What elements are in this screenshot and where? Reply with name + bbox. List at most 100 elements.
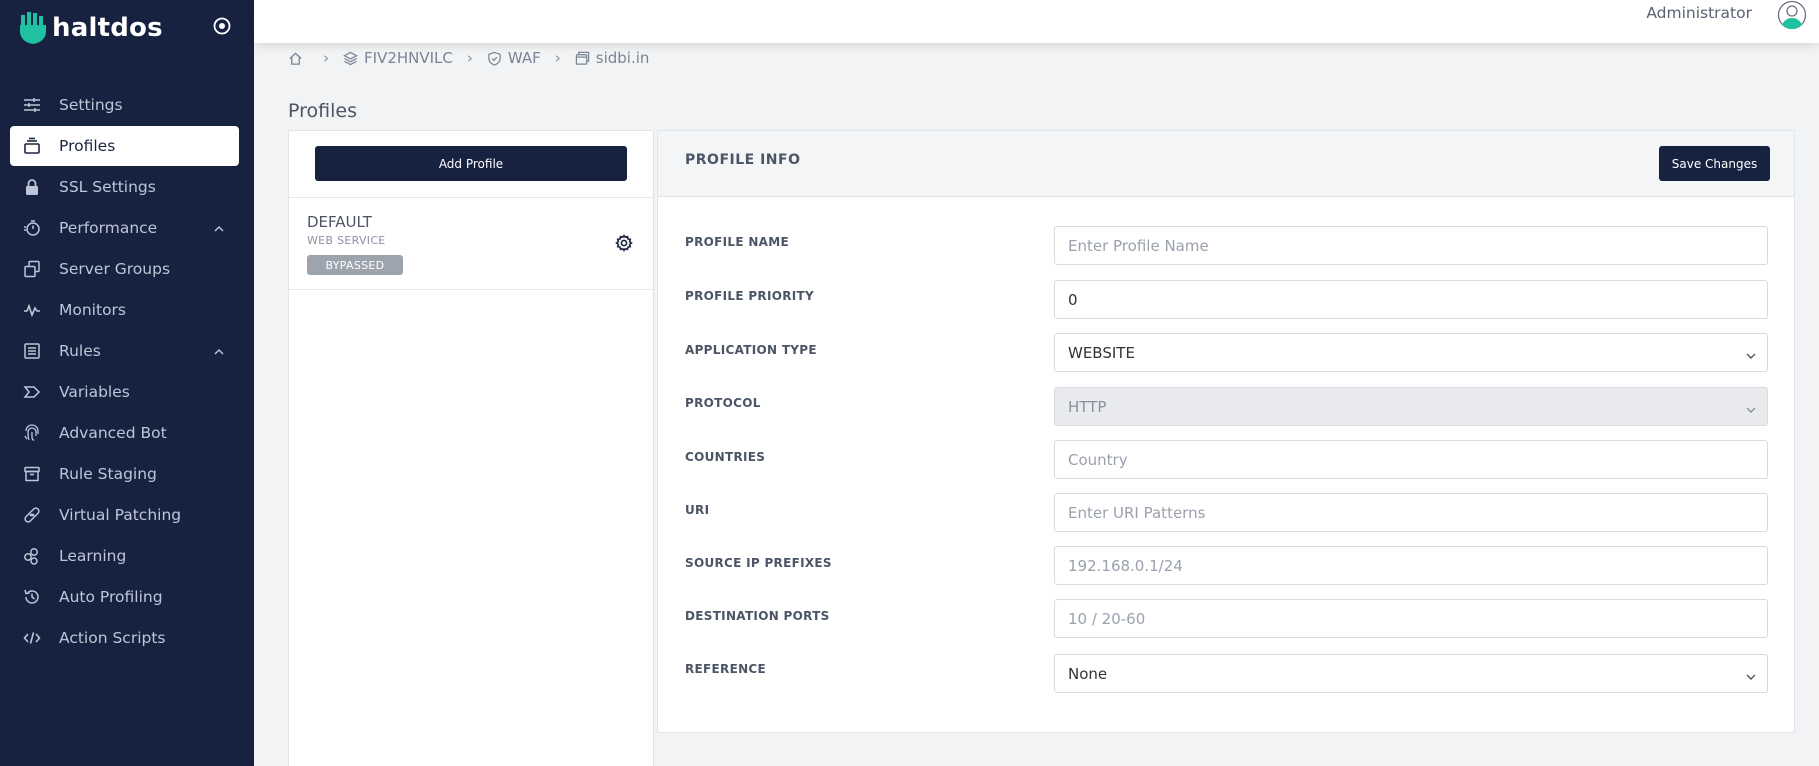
profile-info-title: PROFILE INFO	[685, 152, 801, 168]
sidebar-item-ssl-settings[interactable]: SSL Settings	[10, 167, 239, 207]
sidebar-item-label: Rule Staging	[59, 465, 157, 483]
sidebar-item-learning[interactable]: Learning	[10, 536, 239, 576]
sidebar-item-label: Learning	[59, 547, 127, 565]
chevron-down-icon	[1745, 669, 1757, 681]
countries-label: COUNTRIES	[685, 450, 766, 464]
sidebar-item-label: SSL Settings	[59, 178, 156, 196]
sidebar-item-rules[interactable]: Rules	[10, 331, 239, 371]
sidebar-item-label: Advanced Bot	[59, 424, 167, 442]
sidebar-item-auto-profiling[interactable]: Auto Profiling	[10, 577, 239, 617]
sidebar-item-settings[interactable]: Settings	[10, 85, 239, 125]
bandage-icon	[23, 506, 41, 524]
sidebar-item-label: Variables	[59, 383, 130, 401]
brand-name: haltdos	[52, 13, 163, 43]
breadcrumb-app[interactable]: sidbi.in	[575, 49, 650, 67]
stack-icon	[23, 137, 41, 155]
chevron-down-icon	[1745, 402, 1757, 414]
add-profile-button[interactable]: Add Profile	[315, 146, 627, 181]
chevron-up-icon	[213, 344, 225, 356]
window-icon	[575, 51, 589, 65]
archive-icon	[23, 465, 41, 483]
sidebar-item-action-scripts[interactable]: Action Scripts	[10, 618, 239, 658]
protocol-select: HTTP	[1054, 387, 1768, 426]
sidebar-item-label: Server Groups	[59, 260, 171, 278]
destination-ports-label: DESTINATION PORTS	[685, 609, 830, 623]
chevron-down-icon	[1745, 348, 1757, 360]
application-type-label: APPLICATION TYPE	[685, 343, 817, 357]
history-icon	[23, 588, 41, 606]
profile-list-panel: Add Profile DEFAULT WEB SERVICE BYPASSED	[288, 130, 654, 766]
sidebar-item-variables[interactable]: Variables	[10, 372, 239, 412]
sidebar-item-label: Monitors	[59, 301, 126, 319]
layers-icon	[343, 51, 358, 65]
reference-select[interactable]: None	[1054, 654, 1768, 693]
source-ip-input[interactable]	[1054, 546, 1768, 585]
application-type-value: WEBSITE	[1068, 343, 1135, 362]
uri-label: URI	[685, 503, 710, 517]
page-title: Profiles	[288, 100, 357, 122]
sidebar-item-label: Performance	[59, 219, 158, 237]
learning-icon	[23, 547, 41, 565]
sidebar-item-server-groups[interactable]: Server Groups	[10, 249, 239, 289]
sidebar-item-label: Auto Profiling	[59, 588, 163, 606]
sidebar-item-monitors[interactable]: Monitors	[10, 290, 239, 330]
pulse-icon	[23, 301, 41, 319]
sidebar-item-label: Profiles	[59, 137, 116, 155]
protocol-value: HTTP	[1068, 397, 1107, 416]
server-groups-icon	[23, 260, 41, 278]
haltdos-logo-icon	[18, 11, 48, 45]
sidebar-item-performance[interactable]: Performance	[10, 208, 239, 248]
sidebar-item-profiles[interactable]: Profiles	[10, 126, 239, 166]
sidebar-item-virtual-patching[interactable]: Virtual Patching	[10, 495, 239, 535]
list-item[interactable]: DEFAULT WEB SERVICE BYPASSED	[289, 198, 653, 290]
chevron-up-icon	[213, 221, 225, 233]
sliders-icon	[23, 96, 41, 114]
sidebar-nav: Settings Profiles SSL Settings Performan…	[10, 85, 239, 659]
user-name[interactable]: Administrator	[1646, 4, 1752, 22]
avatar[interactable]	[1777, 0, 1807, 30]
destination-ports-input[interactable]	[1054, 599, 1768, 638]
reference-value: None	[1068, 664, 1108, 683]
fingerprint-icon	[23, 424, 41, 442]
reference-label: REFERENCE	[685, 662, 767, 676]
brand[interactable]: haltdos	[18, 10, 163, 46]
lock-icon	[23, 178, 41, 196]
shield-icon	[488, 51, 501, 66]
countries-input[interactable]	[1054, 440, 1768, 479]
sidebar-item-rule-staging[interactable]: Rule Staging	[10, 454, 239, 494]
uri-input[interactable]	[1054, 493, 1768, 532]
topbar: Administrator	[254, 0, 1819, 43]
list-icon	[23, 342, 41, 360]
application-type-select[interactable]: WEBSITE	[1054, 333, 1768, 372]
breadcrumb-label: sidbi.in	[595, 49, 650, 67]
save-changes-button[interactable]: Save Changes	[1659, 146, 1770, 181]
stopwatch-icon	[23, 219, 41, 237]
breadcrumb-separator: ›	[466, 49, 473, 67]
sidebar: haltdos Settings Profiles SSL Settings P…	[0, 0, 254, 766]
breadcrumb-separator: ›	[323, 49, 329, 67]
breadcrumb-home[interactable]	[288, 51, 309, 66]
code-icon	[23, 629, 41, 647]
status-badge: BYPASSED	[307, 255, 403, 275]
breadcrumb: › FIV2HNVILC › WAF › sidbi.in	[288, 49, 649, 67]
profile-type: WEB SERVICE	[307, 234, 386, 247]
sidebar-item-label: Settings	[59, 96, 123, 114]
profile-name-input[interactable]	[1054, 226, 1768, 265]
sidebar-item-label: Action Scripts	[59, 629, 166, 647]
sidebar-toggle-icon[interactable]	[212, 16, 232, 36]
profile-priority-input[interactable]	[1054, 280, 1768, 319]
sidebar-item-advanced-bot[interactable]: Advanced Bot	[10, 413, 239, 453]
sidebar-item-label: Virtual Patching	[59, 506, 182, 524]
tag-icon	[23, 383, 41, 401]
protocol-label: PROTOCOL	[685, 396, 761, 410]
profile-name: DEFAULT	[307, 213, 372, 231]
breadcrumb-label: WAF	[507, 49, 541, 67]
breadcrumb-tenant[interactable]: FIV2HNVILC	[343, 49, 453, 67]
source-ip-label: SOURCE IP PREFIXES	[685, 556, 832, 570]
home-icon	[289, 51, 302, 65]
gear-icon[interactable]	[615, 234, 633, 252]
breadcrumb-waf[interactable]: WAF	[487, 49, 541, 67]
breadcrumb-separator: ›	[554, 49, 561, 67]
profile-priority-label: PROFILE PRIORITY	[685, 289, 815, 303]
breadcrumb-label: FIV2HNVILC	[364, 49, 453, 67]
